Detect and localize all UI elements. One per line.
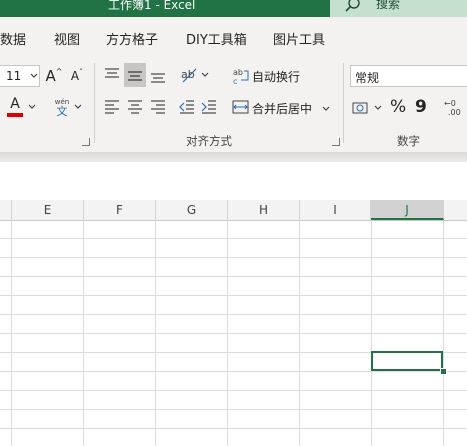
percent-style-button[interactable]: % — [390, 97, 406, 117]
group-separator — [343, 63, 344, 143]
chevron-down-icon — [30, 73, 38, 78]
font-color-button[interactable]: A — [4, 95, 26, 119]
font-dialog-launcher-icon[interactable] — [82, 138, 90, 146]
alignment-group-label: 对齐方式 — [186, 134, 232, 148]
svg-text:.00: .00 — [448, 108, 461, 117]
grid-line — [0, 276, 467, 277]
search-box[interactable]: 搜索 — [330, 0, 467, 17]
window-title: 工作簿1 - Excel — [108, 0, 196, 12]
search-placeholder: 搜索 — [376, 0, 401, 11]
svg-text:ab: ab — [181, 68, 195, 81]
merge-center-button[interactable]: 合并后居中 — [232, 97, 332, 119]
wrap-text-button[interactable]: ab c 自动换行 — [232, 65, 308, 87]
align-middle-button[interactable] — [124, 63, 146, 87]
grid-line — [0, 409, 467, 410]
grid-line — [0, 257, 467, 258]
column-header-e[interactable]: E — [12, 200, 84, 220]
align-left-icon[interactable] — [104, 99, 120, 115]
svg-text:ab: ab — [233, 68, 243, 77]
column-header-partial[interactable] — [444, 200, 467, 220]
merge-center-label: 合并后居中 — [252, 102, 313, 116]
column-header-i[interactable]: I — [300, 200, 371, 220]
font-size-dropdown[interactable]: 11 — [0, 65, 40, 87]
increase-decimal-icon[interactable]: ←0 .00 — [442, 97, 467, 117]
tab-data[interactable]: 数据 — [0, 29, 26, 48]
tab-diy-toolbox[interactable]: DIY工具箱 — [186, 29, 247, 48]
grid-line — [0, 371, 467, 372]
formula-bar-area — [0, 162, 467, 201]
phonetic-button[interactable]: wén 文 — [52, 95, 72, 121]
chevron-down-icon[interactable] — [28, 104, 36, 110]
active-cell[interactable] — [371, 351, 443, 371]
wrap-text-label: 自动换行 — [252, 70, 301, 84]
svg-text:←0: ←0 — [444, 99, 456, 108]
svg-text:c: c — [233, 77, 237, 85]
fill-handle[interactable] — [440, 368, 447, 375]
font-size-value: 11 — [6, 69, 22, 83]
grid-line — [0, 333, 467, 334]
column-header-f[interactable]: F — [84, 200, 156, 220]
chevron-down-icon — [322, 106, 330, 111]
orientation-icon[interactable]: ab — [180, 66, 198, 84]
caret-up-icon: ^ — [55, 66, 63, 76]
grid-line — [0, 390, 467, 391]
align-middle-icon — [128, 71, 142, 81]
search-icon — [345, 0, 360, 12]
caret-down-icon: ˇ — [79, 67, 84, 77]
grow-font-button[interactable]: A ^ — [44, 65, 64, 87]
column-header-h[interactable]: H — [228, 200, 300, 220]
font-color-label: A — [10, 96, 20, 112]
align-center-icon[interactable] — [127, 99, 143, 115]
chevron-down-icon[interactable] — [374, 105, 382, 111]
number-format-dropdown[interactable]: 常规 — [350, 65, 467, 87]
grow-font-label: A — [45, 67, 56, 85]
align-bottom-icon[interactable] — [150, 69, 166, 85]
menu-bar: 数据 视图 方方格子 DIY工具箱 图片工具 — [0, 17, 467, 57]
chevron-down-icon[interactable] — [74, 104, 82, 110]
merge-center-icon — [232, 100, 249, 114]
number-group-label: 数字 — [397, 134, 420, 148]
group-separator — [94, 63, 95, 143]
accounting-format-icon[interactable] — [352, 100, 370, 116]
tab-ffgz[interactable]: 方方格子 — [106, 29, 158, 48]
tab-view[interactable]: 视图 — [54, 29, 80, 48]
grid-line — [0, 238, 467, 239]
alignment-dialog-launcher-icon[interactable] — [332, 138, 340, 146]
column-header-partial[interactable] — [0, 200, 12, 220]
shrink-font-label: A — [70, 69, 80, 83]
number-format-value: 常规 — [355, 71, 380, 85]
wrap-text-icon: ab c — [233, 68, 249, 85]
grid-line — [0, 428, 467, 429]
ribbon: 11 A ^ Aˇ A wén 文 ab ab c 自动换行 合并后居中 对齐方… — [0, 57, 467, 152]
grid-line — [0, 295, 467, 296]
align-top-icon[interactable] — [104, 67, 120, 83]
column-header-row: E F G H I J — [0, 200, 467, 221]
column-header-j[interactable]: J — [371, 200, 444, 220]
comma-style-button[interactable]: 9 — [415, 97, 427, 117]
chevron-down-icon[interactable] — [201, 72, 209, 78]
font-color-bar — [7, 113, 23, 117]
decrease-indent-icon[interactable] — [179, 99, 195, 115]
ribbon-shadow — [0, 152, 467, 162]
grid-line — [0, 314, 467, 315]
phonetic-sub: 文 — [56, 105, 68, 118]
shrink-font-button[interactable]: Aˇ — [67, 65, 87, 87]
align-right-icon[interactable] — [150, 99, 166, 115]
increase-indent-icon[interactable] — [201, 99, 217, 115]
title-bar: 工作簿1 - Excel 搜索 — [0, 0, 467, 17]
tab-picture-tools[interactable]: 图片工具 — [273, 29, 325, 48]
cell-grid[interactable] — [0, 220, 467, 446]
column-header-g[interactable]: G — [156, 200, 228, 220]
